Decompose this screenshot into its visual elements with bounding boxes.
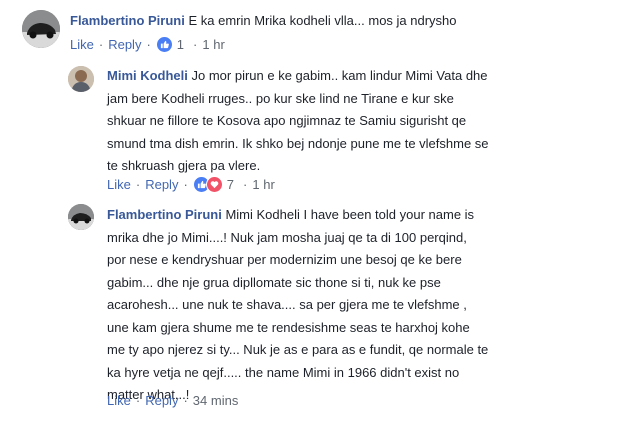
comment-text-line: acarohesh... une nuk te shava.... sa per… <box>107 297 467 312</box>
separator: · <box>193 37 198 52</box>
comment-text-line: ka hyre vetja ne qejf..... the name Mimi… <box>107 364 460 380</box>
timestamp[interactable]: 1 hr <box>202 37 224 52</box>
reaction-count: 1 <box>176 37 185 52</box>
reactions[interactable]: 1 <box>155 36 185 53</box>
like-button[interactable]: Like <box>107 177 131 192</box>
comment-text: Mimi Kodheli I have been told your name … <box>225 207 475 222</box>
comment-actions: Like · Reply · 1 · 1 hr <box>70 36 225 53</box>
comment-author[interactable]: Mimi Kodheli <box>107 68 188 83</box>
timestamp[interactable]: 1 hr <box>252 177 274 192</box>
comment-text-line: smund tma dish emrin. Ik shko bej ndonje… <box>107 135 489 151</box>
separator: · <box>135 393 141 408</box>
separator: · <box>243 177 248 192</box>
like-button[interactable]: Like <box>107 393 131 408</box>
reply-button[interactable]: Reply <box>145 393 178 408</box>
avatar[interactable] <box>68 66 94 92</box>
person-avatar-icon <box>68 66 94 92</box>
reactions[interactable]: 7 <box>192 176 235 193</box>
comment-text: Jo mor pirun e ke gabim.. kam lindur Mim… <box>191 68 488 83</box>
comment-text-line: me ty apo njerez si ty... Nuk je as e pa… <box>107 342 489 357</box>
comment-text-line: shkuar ne fillore te Kosova apo ngjimnaz… <box>107 113 467 128</box>
separator: · <box>135 177 141 192</box>
separator: · <box>183 393 188 408</box>
separator: · <box>98 37 104 52</box>
reply-button[interactable]: Reply <box>108 37 141 52</box>
comment-author[interactable]: Flambertino Piruni <box>107 207 222 222</box>
comment-text-line: Flambertino Piruni Mimi Kodheli I have b… <box>107 204 612 227</box>
comment-actions: Like · Reply · 7 · 1 hr <box>107 176 275 193</box>
avatar[interactable] <box>22 10 60 48</box>
car-avatar-icon <box>68 204 94 230</box>
comment-text-line: te shkruash gjera pa vlere. <box>107 158 261 173</box>
comment-text-line: jam bere Kodheli rruges.. po kur ske lin… <box>107 90 454 106</box>
separator: · <box>183 177 188 192</box>
comment-text-line: Mimi Kodheli Jo mor pirun e ke gabim.. k… <box>107 65 612 88</box>
comment-text-line: E ka emrin Mrika kodheli vlla... mos ja … <box>188 13 457 28</box>
car-avatar-icon <box>22 10 60 48</box>
like-button[interactable]: Like <box>70 37 94 52</box>
comment-actions: Like · Reply · 34 mins <box>107 393 238 408</box>
reply-button[interactable]: Reply <box>145 177 178 192</box>
timestamp[interactable]: 34 mins <box>193 393 239 408</box>
avatar[interactable] <box>68 204 94 230</box>
like-icon <box>155 36 173 53</box>
comment-text-line: por nese e kendryshuar per modernizim un… <box>107 252 462 267</box>
reaction-count: 7 <box>226 177 235 192</box>
love-icon <box>205 176 223 193</box>
comment-text-line: gabim... dhe nje grua dipllomate sic tho… <box>107 274 441 290</box>
separator: · <box>146 37 151 52</box>
comment-text-line: mrika dhe jo Mimi....! Nuk jam mosha jua… <box>107 229 467 245</box>
comment-author[interactable]: Flambertino Piruni <box>70 13 185 28</box>
comment-text-line: une kam gjera shume me te rendesishme se… <box>107 319 470 335</box>
